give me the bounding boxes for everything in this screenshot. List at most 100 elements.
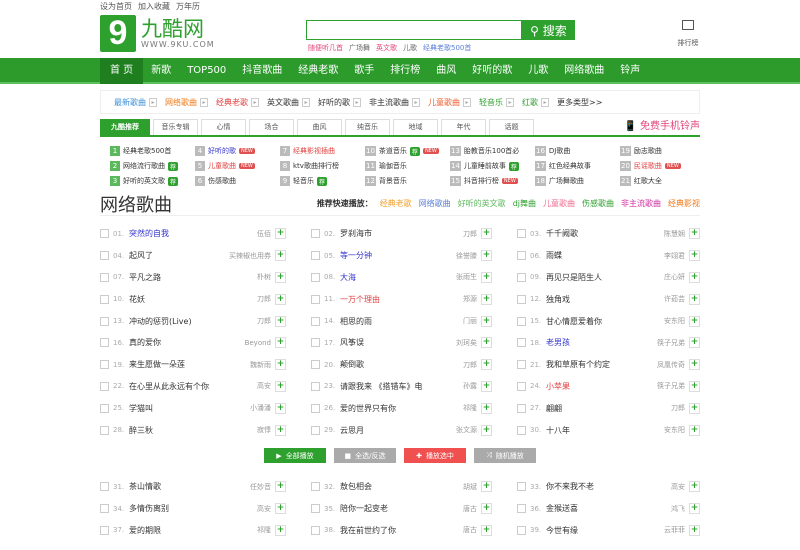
recommend-item[interactable]: 3 好听的英文歌荐 [110,175,195,187]
song-checkbox[interactable] [311,425,320,435]
quick-link[interactable]: 经典影视 [668,199,700,208]
song-checkbox[interactable] [517,338,526,348]
category-link[interactable]: 非主流歌曲 [369,97,409,108]
song-artist[interactable]: 魏新雨 [250,360,271,370]
add-icon[interactable]: + [275,503,286,515]
song-checkbox[interactable] [517,425,526,435]
add-icon[interactable]: + [275,424,286,436]
recommend-item[interactable]: 16 DJ歌曲 [535,145,620,157]
quick-link[interactable]: 非主流歌曲 [621,199,661,208]
search-hint[interactable]: 儿歌 [403,44,417,52]
add-icon[interactable]: + [689,503,700,515]
recommend-item[interactable]: 11 瑜伽音乐 [365,160,450,172]
ringtone-link[interactable]: 📱 免费手机铃声 [624,119,700,135]
song-artist[interactable]: 买辣椒也用券 [229,251,271,261]
song-artist[interactable]: 刀郎 [257,294,271,304]
song-artist[interactable]: 刀郎 [463,229,477,239]
recommend-item[interactable]: 13 胎教音乐100首必 [450,145,535,157]
song-checkbox[interactable] [311,504,320,514]
song-title[interactable]: 大海 [340,272,456,283]
song-artist[interactable]: 庄心妍 [664,272,685,282]
song-artist[interactable]: Beyond [245,339,271,347]
song-checkbox[interactable] [100,482,109,492]
nav-item[interactable]: 网络歌曲 [556,58,612,84]
song-artist[interactable]: 小潘潘 [250,403,271,413]
song-artist[interactable]: 徐誉滕 [456,251,477,261]
arrow-right-icon[interactable]: ▸ [463,97,471,107]
arrow-right-icon[interactable]: ▸ [302,97,310,107]
song-artist[interactable]: 张雨生 [456,272,477,282]
song-title[interactable]: 请跟我来 《搭错车》电 [340,381,463,392]
song-artist[interactable]: 刀郎 [671,403,685,413]
song-title[interactable]: 多情伤离别 [129,503,257,514]
song-checkbox[interactable] [517,316,526,326]
song-title[interactable]: 突然的自我 [129,228,257,239]
song-artist[interactable]: 刘珂矣 [456,338,477,348]
song-title[interactable]: 在心里从此永远有个你 [129,381,257,392]
song-checkbox[interactable] [517,525,526,535]
song-artist[interactable]: 祁隆 [463,403,477,413]
arrow-right-icon[interactable]: ▸ [506,97,514,107]
song-checkbox[interactable] [100,316,109,326]
song-artist[interactable]: 凤凰传奇 [657,360,685,370]
add-icon[interactable]: + [481,524,492,536]
song-title[interactable]: 相思的雨 [340,316,463,327]
recommend-item[interactable]: 1 经典老歌500首 [110,145,195,157]
recommend-item[interactable]: 12 背景音乐 [365,175,450,187]
song-checkbox[interactable] [311,403,320,413]
song-title[interactable]: 花妖 [129,294,257,305]
recommend-item[interactable]: 10 茶道音乐荐 NEW [365,145,450,157]
song-artist[interactable]: 安东阳 [664,316,685,326]
song-title[interactable]: 真的爱你 [129,337,245,348]
song-checkbox[interactable] [517,251,526,261]
song-title[interactable]: 云思月 [340,425,456,436]
action-button[interactable]: ▶ 全部播放 [264,448,326,463]
add-icon[interactable]: + [689,359,700,371]
song-artist[interactable]: 许茹芸 [664,294,685,304]
add-icon[interactable]: + [689,337,700,349]
arrow-right-icon[interactable]: ▸ [251,97,259,107]
category-link[interactable]: 网络歌曲 [165,97,197,108]
recommend-item[interactable]: 5 儿童歌曲 NEW [195,160,280,172]
song-artist[interactable]: 门丽 [463,316,477,326]
category-link[interactable]: 好听的歌 [318,97,350,108]
song-artist[interactable]: 祁隆 [257,525,271,535]
top-link[interactable]: 设为首页 [100,2,132,11]
song-artist[interactable]: 唐古 [463,504,477,514]
action-button[interactable]: ⤨ 随机播放 [474,448,536,463]
tab[interactable]: 心情 [201,119,246,135]
quick-link[interactable]: 好听的英文歌 [458,199,506,208]
tab[interactable]: 曲风 [297,119,342,135]
song-title[interactable]: 我在前世约了你 [340,525,463,536]
add-icon[interactable]: + [689,402,700,414]
action-button[interactable]: ✚ 播放选中 [404,448,466,463]
song-title[interactable]: 十八年 [546,425,664,436]
song-checkbox[interactable] [100,504,109,514]
tab[interactable]: 九酷推荐 [100,119,150,135]
add-icon[interactable]: + [275,315,286,327]
song-checkbox[interactable] [311,272,320,282]
song-checkbox[interactable] [100,403,109,413]
song-title[interactable]: 雨蝶 [546,250,664,261]
song-title[interactable]: 你不来我不老 [546,481,671,492]
nav-item[interactable]: 好听的歌 [464,58,520,84]
song-artist[interactable]: 刀郎 [463,360,477,370]
song-title[interactable]: 学猫叫 [129,403,250,414]
song-checkbox[interactable] [100,381,109,391]
add-icon[interactable]: + [481,250,492,262]
category-link[interactable]: 轻音乐 [479,97,503,108]
song-artist[interactable]: 张文源 [456,425,477,435]
song-checkbox[interactable] [311,482,320,492]
song-artist[interactable]: 唐古 [463,525,477,535]
tab[interactable]: 音乐专辑 [153,119,198,135]
song-artist[interactable]: 安东阳 [664,425,685,435]
add-icon[interactable]: + [275,337,286,349]
song-artist[interactable]: 陈慧娴 [664,229,685,239]
song-title[interactable]: 再见只是陌生人 [546,272,664,283]
add-icon[interactable]: + [689,424,700,436]
song-artist[interactable]: 李翊君 [664,251,685,261]
song-checkbox[interactable] [311,338,320,348]
song-title[interactable]: 翩翩 [546,403,671,414]
add-icon[interactable]: + [275,481,286,493]
recommend-item[interactable]: 6 伤感歌曲 [195,175,280,187]
